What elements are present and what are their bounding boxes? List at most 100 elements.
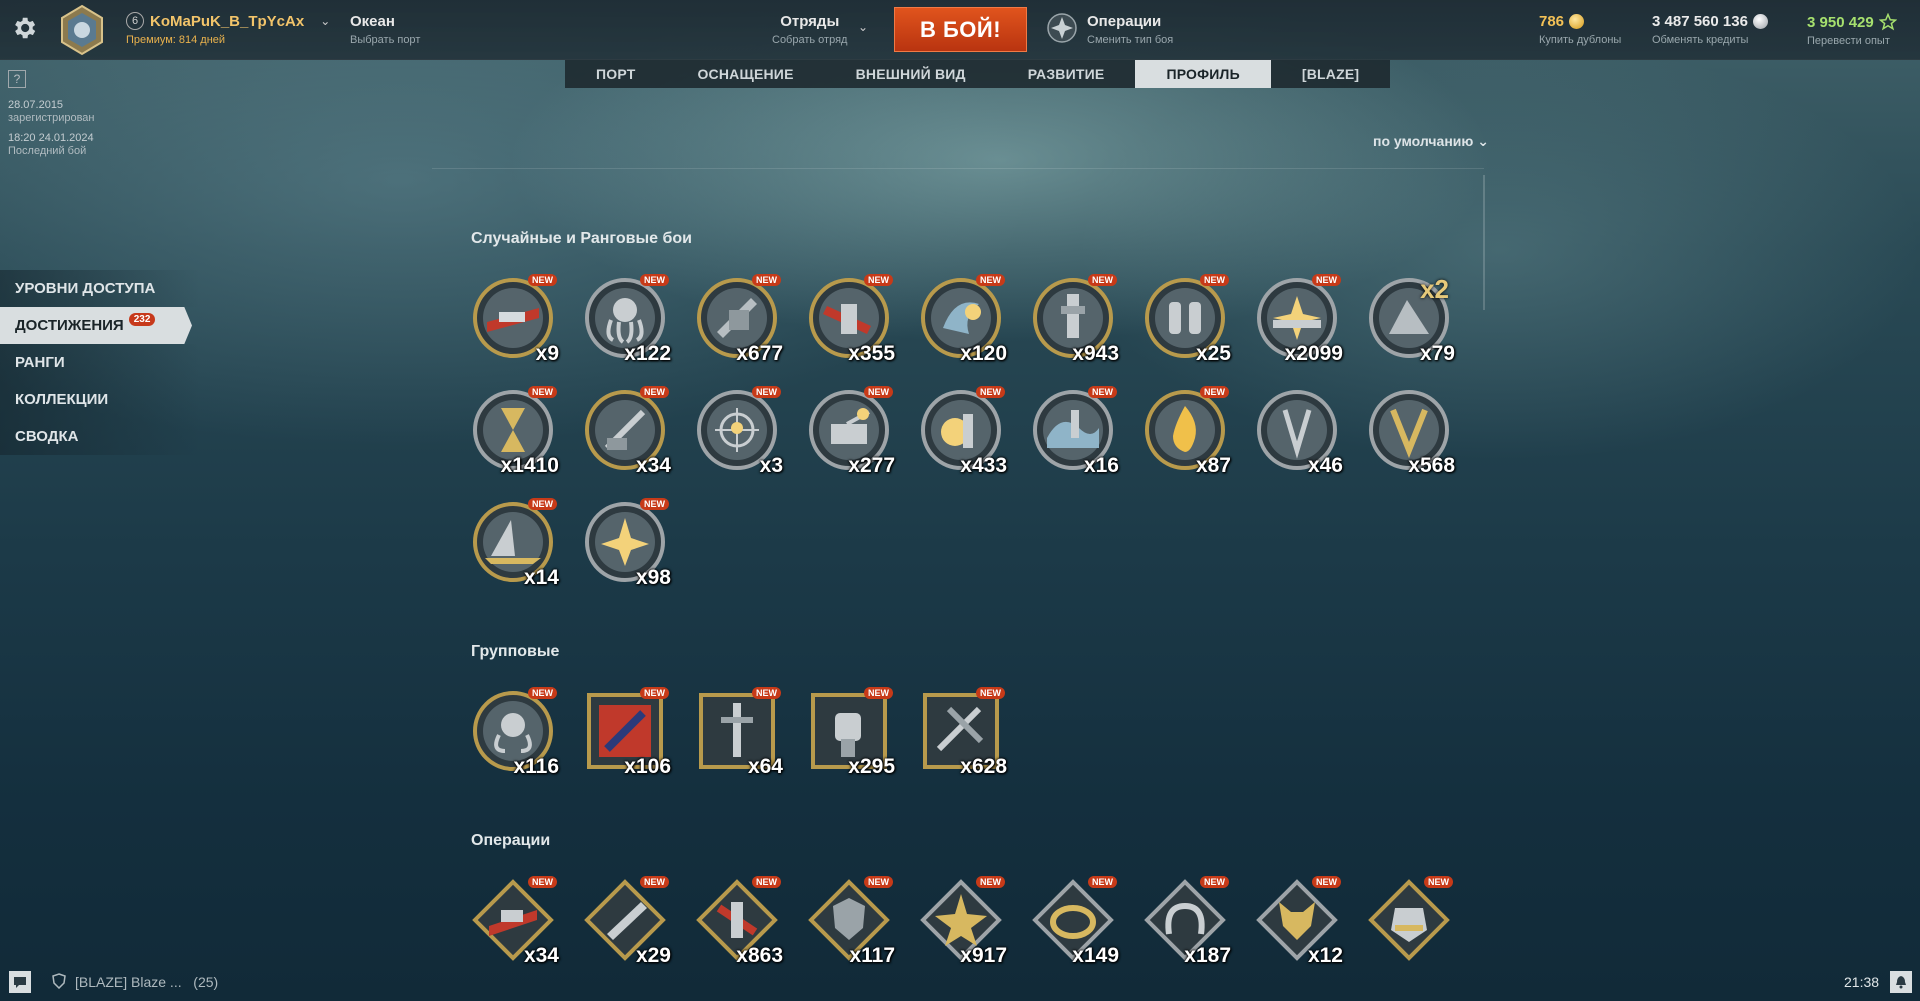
achievement-count: x29 xyxy=(635,944,671,967)
chat-button[interactable] xyxy=(9,971,31,993)
sidebar-item-access-levels[interactable]: УРОВНИ ДОСТУПА xyxy=(0,270,200,307)
sidebar-item-achievements[interactable]: ДОСТИЖЕНИЯ 232 xyxy=(0,307,192,344)
achievement-medal[interactable]: NEW x2099 xyxy=(1255,274,1343,365)
achievement-count: x3 xyxy=(759,454,783,477)
tab-appearance[interactable]: ВНЕШНИЙ ВИД xyxy=(825,60,997,88)
battle-button[interactable]: В БОЙ! xyxy=(894,7,1027,52)
scrollbar[interactable] xyxy=(1483,175,1485,310)
new-badge: NEW xyxy=(528,498,557,510)
achievement-count: x117 xyxy=(849,944,895,967)
new-badge: NEW xyxy=(1200,274,1229,286)
achievement-count: x677 xyxy=(736,342,783,365)
achievement-count: x863 xyxy=(736,944,783,967)
tab-profile[interactable]: ПРОФИЛЬ xyxy=(1135,60,1271,88)
chevron-down-icon[interactable]: ⌄ xyxy=(320,14,330,28)
achievement-medal[interactable]: NEW x628 xyxy=(919,687,1007,778)
achievement-count: x1410 xyxy=(500,454,559,477)
achievement-count: x98 xyxy=(635,566,671,589)
new-badge: NEW xyxy=(864,274,893,286)
achievement-medal[interactable]: NEW x106 xyxy=(583,687,671,778)
achievement-medal[interactable]: NEW x863 xyxy=(695,876,783,967)
achievement-medal[interactable]: NEW x9 xyxy=(471,274,559,365)
achievement-medal[interactable]: NEW x1410 xyxy=(471,386,559,477)
clan-chat-tab[interactable]: [BLAZE] Blaze ... (25) xyxy=(75,974,218,990)
achievement-medal[interactable]: NEW x64 xyxy=(695,687,783,778)
achievement-medal[interactable]: NEW xyxy=(1367,876,1453,962)
achievement-medal[interactable]: NEW x120 xyxy=(919,274,1007,365)
achievement-medal[interactable]: NEW x29 xyxy=(583,876,671,967)
achievement-medal[interactable]: NEW x187 xyxy=(1143,876,1231,967)
new-badge: NEW xyxy=(1088,876,1117,888)
medal-icon xyxy=(1368,879,1450,961)
premium-status[interactable]: Премиум: 814 дней xyxy=(126,34,330,46)
credits-balance[interactable]: 3 487 560 136 Обменять кредиты xyxy=(1652,13,1768,46)
notifications-button[interactable] xyxy=(1890,971,1912,993)
sidebar-item-collections[interactable]: КОЛЛЕКЦИИ xyxy=(0,381,200,418)
gear-icon[interactable] xyxy=(10,14,38,42)
new-badge: NEW xyxy=(1312,274,1341,286)
tab-port[interactable]: ПОРТ xyxy=(565,60,666,88)
doubloon-icon xyxy=(1569,14,1585,29)
squads-button[interactable]: Отряды Собрать отряд xyxy=(772,13,847,46)
achievement-medal[interactable]: NEW x917 xyxy=(919,876,1007,967)
achievement-count: x628 xyxy=(960,755,1007,778)
chevron-down-icon[interactable]: ⌄ xyxy=(858,20,868,34)
achievement-count: x295 xyxy=(848,755,895,778)
new-badge: NEW xyxy=(976,876,1005,888)
achievement-medal[interactable]: NEW x98 xyxy=(583,498,671,589)
tab-research[interactable]: РАЗВИТИЕ xyxy=(997,60,1136,88)
sort-dropdown[interactable]: по умолчанию ⌄ xyxy=(1373,133,1489,150)
achievement-medal[interactable]: NEW x355 xyxy=(807,274,895,365)
achievement-medal[interactable]: NEW x277 xyxy=(807,386,895,477)
registered-date: 28.07.2015 xyxy=(8,99,64,111)
port-selector[interactable]: Океан Выбрать порт xyxy=(350,13,420,46)
new-badge: NEW xyxy=(640,687,669,699)
port-title: Океан xyxy=(350,13,395,30)
achievement-medal[interactable]: x2 x79 xyxy=(1367,274,1455,365)
achievement-medal[interactable]: x46 xyxy=(1255,388,1343,477)
achievement-medal[interactable]: NEW x16 xyxy=(1031,386,1119,477)
achievement-count: x79 xyxy=(1419,342,1455,365)
achievement-count: x64 xyxy=(747,755,783,778)
achievement-medal[interactable]: NEW x116 xyxy=(471,687,559,778)
achievement-count: x25 xyxy=(1195,342,1231,365)
help-button[interactable]: ? xyxy=(8,70,26,88)
battle-type-selector[interactable]: Операции Сменить тип боя xyxy=(1087,13,1173,46)
rank-emblem-icon[interactable] xyxy=(56,4,108,56)
achievement-medal[interactable]: x568 xyxy=(1367,388,1455,477)
achievement-medal[interactable]: NEW x14 xyxy=(471,498,559,589)
new-badge: NEW xyxy=(864,386,893,398)
achievement-count: x46 xyxy=(1307,454,1343,477)
credit-icon xyxy=(1752,14,1768,29)
new-badge: NEW xyxy=(640,498,669,510)
tab-equipment[interactable]: ОСНАЩЕНИЕ xyxy=(666,60,824,88)
achievement-medal[interactable]: NEW x943 xyxy=(1031,274,1119,365)
doubloons-balance[interactable]: 786 Купить дублоны xyxy=(1539,13,1621,46)
achievement-medal[interactable]: NEW x25 xyxy=(1143,274,1231,365)
achievement-count: x433 xyxy=(960,454,1007,477)
sidebar-item-summary[interactable]: СВОДКА xyxy=(0,418,200,455)
player-name[interactable]: KoMaPuK_B_TpYcAx xyxy=(150,13,304,30)
achievement-medal[interactable]: NEW x677 xyxy=(695,274,783,365)
achievement-medal[interactable]: NEW x34 xyxy=(583,386,671,477)
sidebar-item-label: РАНГИ xyxy=(15,354,65,371)
achievement-medal[interactable]: NEW x3 xyxy=(695,386,783,477)
achievement-medal[interactable]: NEW x122 xyxy=(583,274,671,365)
battle-type-title: Операции xyxy=(1087,13,1162,30)
credits-value: 3 487 560 136 xyxy=(1652,13,1748,30)
tab-clan[interactable]: [BLAZE] xyxy=(1271,60,1390,88)
sidebar-item-ranks[interactable]: РАНГИ xyxy=(0,344,200,381)
achievement-medal[interactable]: NEW x12 xyxy=(1255,876,1343,967)
exchange-credits-label: Обменять кредиты xyxy=(1652,34,1749,46)
free-xp-balance[interactable]: 3 950 429 Перевести опыт xyxy=(1807,13,1897,47)
battle-type-icon[interactable] xyxy=(1046,12,1078,44)
sidebar-item-label: ДОСТИЖЕНИЯ xyxy=(15,317,124,334)
achievement-medal[interactable]: NEW x295 xyxy=(807,687,895,778)
achievement-medal[interactable]: NEW x149 xyxy=(1031,876,1119,967)
achievement-medal[interactable]: NEW x87 xyxy=(1143,386,1231,477)
achievement-medal[interactable]: NEW x34 xyxy=(471,876,559,967)
achievement-medal[interactable]: NEW x433 xyxy=(919,386,1007,477)
new-badge: NEW xyxy=(976,687,1005,699)
achievement-medal[interactable]: NEW x117 xyxy=(807,876,895,967)
chat-icon xyxy=(14,977,26,988)
